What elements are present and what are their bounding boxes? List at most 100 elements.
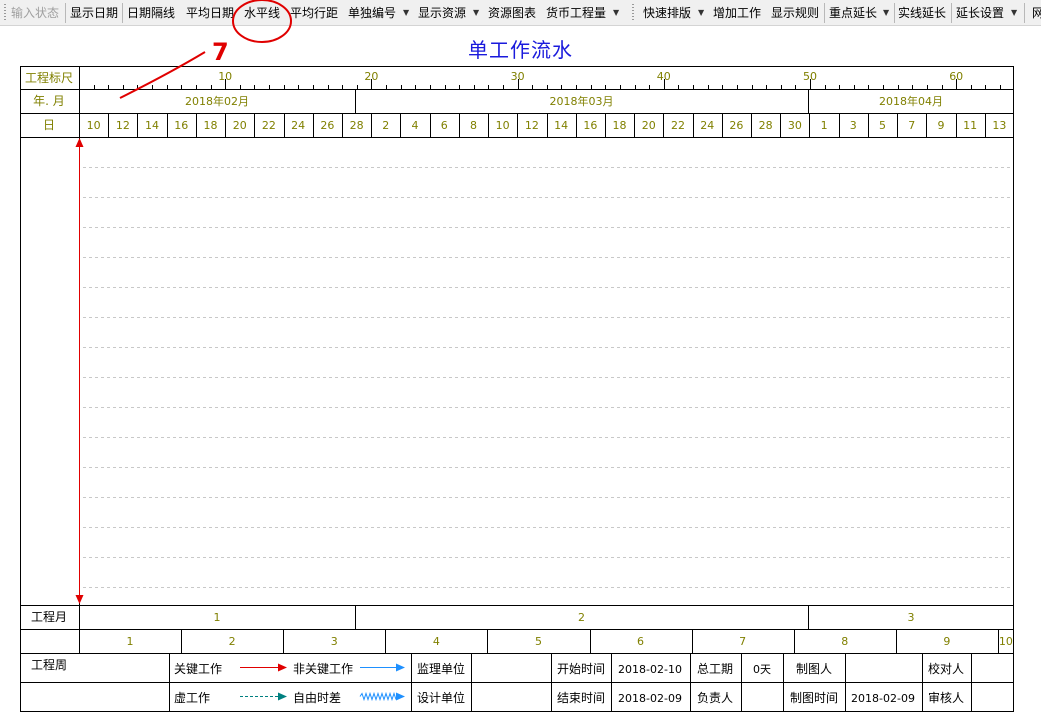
reviewer-label: 审核人 — [928, 690, 964, 705]
toolbar-separator — [122, 3, 123, 23]
arrow-head-down-icon — [75, 595, 84, 604]
day-label: 24 — [291, 119, 305, 132]
chevron-down-icon[interactable]: ▼ — [698, 4, 704, 22]
legend-noncritical-arrow-icon — [396, 663, 405, 672]
quick-layout-button[interactable]: 快速排版 — [643, 4, 691, 22]
arrow-head-up-icon — [75, 138, 84, 147]
day-label: 16 — [583, 119, 597, 132]
chevron-down-icon[interactable]: ▼ — [613, 4, 619, 22]
toolbar-separator — [1024, 3, 1025, 23]
day-label: 12 — [116, 119, 130, 132]
add-work-button[interactable]: 增加工作 — [713, 4, 761, 22]
network-button[interactable]: 网 — [1032, 4, 1041, 22]
day-label: 11 — [963, 119, 977, 132]
day-label: 9 — [937, 119, 944, 132]
day-label: 5 — [879, 119, 886, 132]
proj-week-label: 2 — [229, 635, 236, 648]
day-label: 3 — [850, 119, 857, 132]
day-label: 22 — [262, 119, 276, 132]
resource-chart-button[interactable]: 资源图表 — [488, 4, 536, 22]
day-label: 18 — [613, 119, 627, 132]
draw-time-label: 制图时间 — [790, 691, 838, 705]
legend-noncritical-label: 非关键工作 — [293, 662, 353, 676]
end-time-value: 2018-02-09 — [618, 692, 682, 705]
end-time-label: 结束时间 — [557, 691, 605, 705]
month-label: 2018年04月 — [879, 94, 943, 108]
day-label: 26 — [320, 119, 334, 132]
show-date-button[interactable]: 显示日期 — [70, 4, 118, 22]
show-resource-button[interactable]: 显示资源 — [418, 4, 466, 22]
input-state-button[interactable]: 输入状态 — [11, 4, 59, 22]
day-label: 2 — [382, 119, 389, 132]
day-label: 6 — [441, 119, 448, 132]
month-label: 2018年02月 — [185, 94, 249, 108]
proj-week-label: 10 — [999, 635, 1013, 648]
date-gap-button[interactable]: 日期隔线 — [127, 4, 175, 22]
draw-time-value: 2018-02-09 — [851, 692, 915, 705]
key-extend-button[interactable]: 重点延长 — [829, 4, 877, 22]
day-label: 12 — [525, 119, 539, 132]
day-label: 10 — [87, 119, 101, 132]
proj-month-label: 1 — [214, 611, 221, 624]
legend-free-float-label: 自由时差 — [293, 691, 341, 705]
ruler-tick-label: 30 — [511, 70, 525, 83]
day-label: 20 — [233, 119, 247, 132]
toolbar-separator — [951, 3, 952, 23]
duration-label: 总工期 — [697, 662, 733, 676]
ruler-tick-label: 60 — [949, 70, 963, 83]
avg-date-button[interactable]: 平均日期 — [186, 4, 234, 22]
day-label: 18 — [203, 119, 217, 132]
chevron-down-icon[interactable]: ▼ — [883, 4, 889, 22]
proj-week-label: 6 — [637, 635, 644, 648]
duration-value: 0天 — [753, 663, 771, 676]
owner-label: 负责人 — [697, 691, 733, 705]
row-label-month: 年. 月 — [33, 94, 65, 108]
day-label: 1 — [821, 119, 828, 132]
chevron-down-icon[interactable]: ▼ — [1011, 4, 1017, 22]
toolbar: 输入状态 显示日期 日期隔线 平均日期 水平线 平均行距 单独编号 ▼ 显示资源… — [0, 0, 1041, 26]
legend-dummy-arrow-icon — [278, 692, 287, 701]
proj-week-label: 9 — [943, 635, 950, 648]
day-label: 8 — [470, 119, 477, 132]
toolbar-separator — [894, 3, 895, 23]
ruler-tick-label: 50 — [803, 70, 817, 83]
legend-dummy-label: 虚工作 — [174, 691, 210, 705]
legend-critical-label: 关键工作 — [174, 662, 222, 676]
day-label: 30 — [788, 119, 802, 132]
start-time-value: 2018-02-10 — [618, 663, 682, 676]
ruler-tick-label: 40 — [657, 70, 671, 83]
day-label: 28 — [350, 119, 364, 132]
single-number-button[interactable]: 单独编号 — [348, 4, 396, 22]
chart-canvas[interactable]: 单工作流水 工程标尺 年. 月日工程月 工程周 10 20 30 40 50 60 2018年02… — [0, 26, 1041, 726]
row-label-day: 日 — [43, 118, 55, 132]
proj-week-label: 3 — [331, 635, 338, 648]
day-label: 26 — [729, 119, 743, 132]
drafter-label: 制图人 — [796, 662, 832, 676]
toolbar-separator — [65, 3, 66, 23]
extend-settings-button[interactable]: 延长设置 — [956, 4, 1004, 22]
day-label: 14 — [554, 119, 568, 132]
proj-month-label: 2 — [578, 611, 585, 624]
proj-week-label: 4 — [433, 635, 440, 648]
show-rules-button[interactable]: 显示规则 — [771, 4, 819, 22]
chart-frame — [20, 66, 1014, 712]
chevron-down-icon[interactable]: ▼ — [473, 4, 479, 22]
chevron-down-icon[interactable]: ▼ — [403, 4, 409, 22]
proj-week-label: 7 — [739, 635, 746, 648]
solid-extend-button[interactable]: 实线延长 — [898, 4, 946, 22]
avg-row-button[interactable]: 平均行距 — [290, 4, 338, 22]
supervisor-label: 监理单位 — [417, 661, 465, 676]
day-label: 20 — [642, 119, 656, 132]
hline-button[interactable]: 水平线 — [244, 4, 280, 22]
day-label: 10 — [496, 119, 510, 132]
proj-week-label: 1 — [127, 635, 134, 648]
day-label: 14 — [145, 119, 159, 132]
ruler-tick-label: 20 — [364, 70, 378, 83]
currency-qty-button[interactable]: 货币工程量 — [546, 4, 606, 22]
day-label: 16 — [174, 119, 188, 132]
legend-free-float-wave — [359, 691, 397, 702]
toolbar-grip[interactable] — [632, 4, 634, 22]
ruler-tick-label: 10 — [218, 70, 232, 83]
toolbar-grip[interactable] — [4, 4, 6, 22]
row-label-ruler: 工程标尺 — [25, 70, 73, 85]
